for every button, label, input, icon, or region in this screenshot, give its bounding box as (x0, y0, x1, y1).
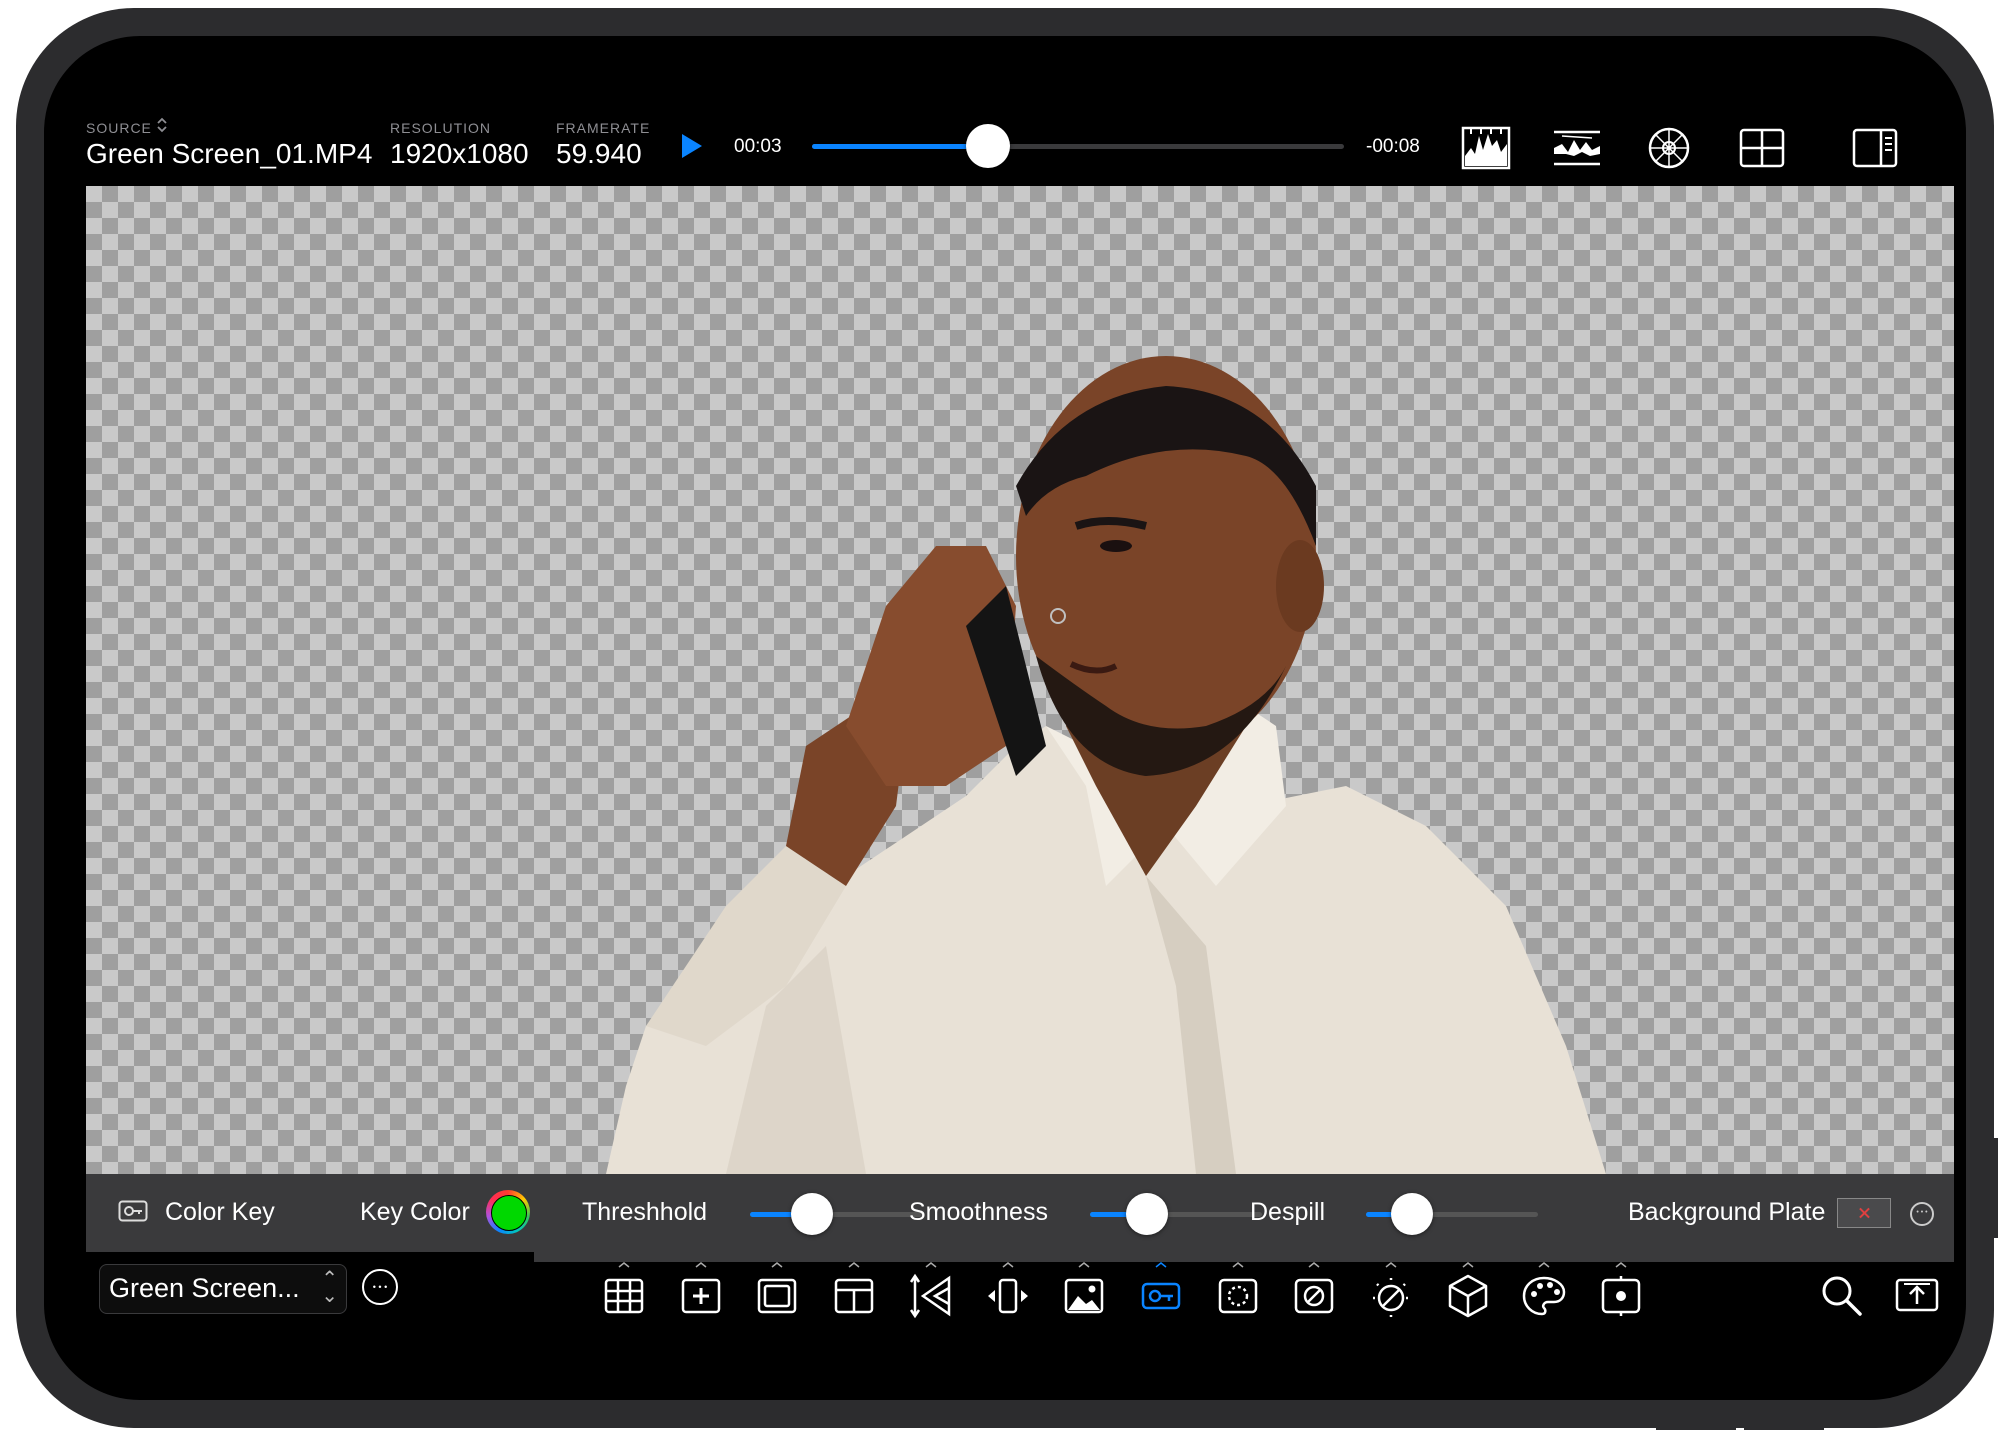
source-label: SOURCE (86, 120, 152, 136)
despill-slider[interactable] (1366, 1193, 1538, 1235)
smoothness-knob[interactable] (1125, 1193, 1168, 1235)
quad-view-icon[interactable] (1737, 126, 1787, 170)
framerate-label: FRAMERATE (556, 120, 651, 136)
palette-icon[interactable] (1520, 1262, 1568, 1320)
tablet-frame: SOURCE Green Screen_01.MP4 RESOLUTION 19… (16, 8, 1998, 1430)
layout-icon[interactable] (830, 1262, 878, 1320)
no-entry-icon[interactable] (1290, 1262, 1338, 1320)
despill-label: Despill (1250, 1198, 1326, 1226)
cube-icon[interactable] (1444, 1262, 1492, 1320)
vectorscope-icon[interactable] (1644, 126, 1694, 170)
top-button (1656, 1424, 1736, 1430)
updown-chevron-icon: ⌃ ⌄ (321, 1268, 338, 1307)
source-chevron-icon[interactable] (156, 116, 168, 134)
playhead-knob[interactable] (965, 124, 1010, 168)
document-selector[interactable]: Green Screen... ⌃ ⌄ (99, 1264, 347, 1314)
mask-icon[interactable] (1214, 1262, 1262, 1320)
smoothness-label: Smoothness (909, 1198, 1048, 1226)
timeline-scrubber[interactable] (812, 124, 1344, 168)
despill-knob[interactable] (1391, 1193, 1434, 1235)
threshold-label: Threshhold (582, 1198, 708, 1226)
histogram-icon[interactable] (1461, 126, 1511, 170)
play-icon[interactable] (680, 132, 704, 160)
source-value: Green Screen_01.MP4 (86, 138, 373, 169)
waveform-icon[interactable] (1552, 126, 1602, 170)
export-icon[interactable] (1894, 1272, 1940, 1318)
framerate-value: 59.940 (556, 138, 642, 169)
top-button-2 (1744, 1424, 1824, 1430)
timeline-progress (812, 144, 988, 149)
frame-icon[interactable] (753, 1262, 801, 1320)
color-key-panel: Color Key Key Color Threshhold Smoothnes… (86, 1174, 1954, 1262)
key-color-swatch[interactable] (486, 1190, 530, 1234)
color-key-panel-icon (118, 1200, 148, 1222)
document-name: Green Screen... (109, 1273, 300, 1303)
threshold-knob[interactable] (790, 1193, 833, 1235)
time-elapsed: 00:03 (734, 136, 782, 157)
smoothness-slider[interactable] (1090, 1193, 1262, 1235)
search-icon[interactable] (1818, 1272, 1864, 1318)
grid-icon[interactable] (600, 1262, 648, 1320)
sidebar-toggle-icon[interactable] (1850, 126, 1900, 170)
focus-icon[interactable] (1597, 1262, 1645, 1320)
crosshair-add-icon[interactable] (677, 1262, 725, 1320)
resolution-label: RESOLUTION (390, 120, 492, 136)
resolution-value: 1920x1080 (390, 138, 529, 169)
more-options-icon[interactable] (362, 1269, 398, 1305)
panel-extension (534, 1252, 1954, 1262)
color-key-title: Color Key (165, 1198, 275, 1226)
threshold-slider[interactable] (750, 1193, 922, 1235)
image-icon[interactable] (1060, 1262, 1108, 1320)
video-viewer[interactable] (86, 186, 1954, 1174)
color-key-icon[interactable] (1137, 1262, 1185, 1320)
key-options-icon[interactable] (1910, 1202, 1934, 1226)
screen: SOURCE Green Screen_01.MP4 RESOLUTION 19… (44, 36, 1966, 1400)
flip-icon[interactable] (984, 1262, 1032, 1320)
side-button (1990, 1138, 1998, 1238)
keyed-subject-image (606, 356, 1606, 1174)
background-plate-swatch[interactable] (1837, 1198, 1891, 1228)
background-plate-label: Background Plate (1628, 1198, 1826, 1226)
perspective-icon[interactable] (907, 1262, 955, 1320)
key-color-label: Key Color (360, 1198, 470, 1226)
time-remaining: -00:08 (1366, 136, 1420, 157)
exposure-icon[interactable] (1367, 1262, 1415, 1320)
